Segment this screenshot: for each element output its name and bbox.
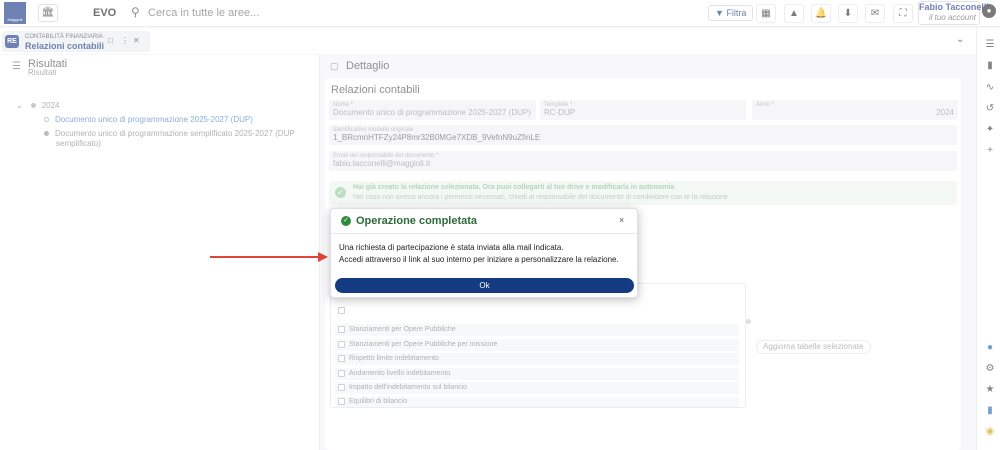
dialog-line2: Accedi attraverso il link al suo interno… <box>339 255 619 264</box>
dialog-line1: Una richiesta di partecipazione è stata … <box>339 243 564 252</box>
success-dialog: ✓ Operazione completata × Una richiesta … <box>330 208 638 298</box>
dialog-title: Operazione completata <box>356 215 478 227</box>
ok-button[interactable]: Ok <box>335 278 634 293</box>
check-circle-icon: ✓ <box>341 216 351 226</box>
red-arrow-annotation <box>210 252 328 262</box>
dialog-body: Una richiesta di partecipazione è stata … <box>339 242 619 266</box>
close-icon[interactable]: × <box>619 215 624 225</box>
dialog-divider <box>331 233 637 234</box>
